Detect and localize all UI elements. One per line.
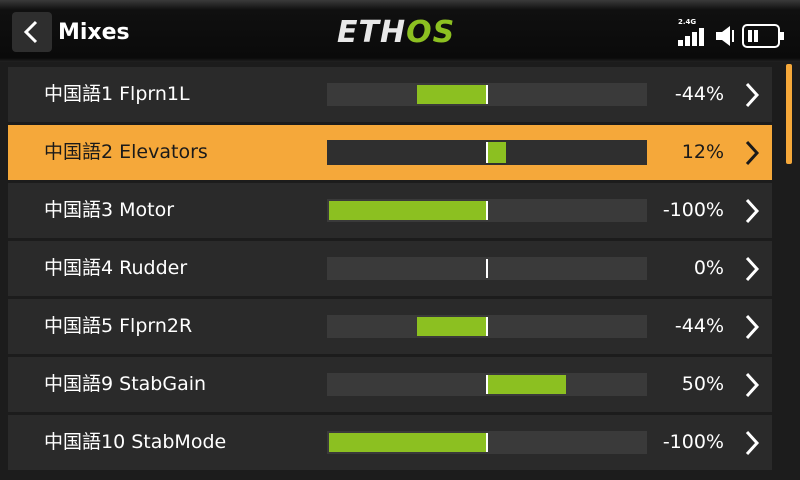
mix-row[interactable]: 中国語1 Flprn1L -44% bbox=[8, 67, 772, 122]
mix-row[interactable]: 中国語5 Flprn2R -44% bbox=[8, 299, 772, 354]
scrollbar[interactable] bbox=[786, 64, 792, 164]
ethos-logo: ETHOS bbox=[337, 17, 455, 49]
signal-label: 2.4G bbox=[678, 18, 697, 26]
mix-center-marker bbox=[486, 317, 488, 336]
mix-value: 50% bbox=[681, 373, 724, 395]
mix-value: -100% bbox=[662, 199, 724, 221]
mix-name: 中国語10 StabMode bbox=[44, 431, 227, 453]
mix-name: 中国語3 Motor bbox=[44, 199, 175, 221]
mix-output-fill bbox=[417, 85, 487, 104]
logo-text-eth: ETH bbox=[337, 15, 407, 50]
mix-output-bar bbox=[327, 83, 647, 106]
mix-output-bar bbox=[327, 199, 647, 222]
chevron-right-icon[interactable] bbox=[742, 140, 762, 170]
mix-output-fill bbox=[487, 142, 506, 163]
chevron-right-icon[interactable] bbox=[742, 82, 762, 112]
mix-output-bar bbox=[327, 315, 647, 338]
chevron-right-icon[interactable] bbox=[742, 256, 762, 286]
mix-name: 中国語5 Flprn2R bbox=[44, 315, 193, 337]
mix-row[interactable]: 中国語4 Rudder 0% bbox=[8, 241, 772, 296]
logo-text-os: OS bbox=[406, 15, 456, 50]
mix-center-marker bbox=[486, 259, 488, 278]
mix-value: 0% bbox=[693, 257, 724, 279]
mix-output-bar bbox=[327, 431, 647, 454]
mix-output-fill bbox=[329, 201, 487, 220]
chevron-left-icon bbox=[23, 20, 38, 44]
mix-name: 中国語9 StabGain bbox=[44, 373, 207, 395]
mix-name: 中国語1 Flprn1L bbox=[44, 83, 190, 105]
mix-value: 12% bbox=[681, 141, 724, 163]
chevron-right-icon[interactable] bbox=[742, 372, 762, 402]
chevron-right-icon[interactable] bbox=[742, 430, 762, 460]
mix-center-marker bbox=[486, 375, 488, 394]
signal-bars-icon bbox=[678, 28, 704, 46]
speaker-icon bbox=[716, 26, 734, 46]
mix-row[interactable]: 中国語2 Elevators 12% bbox=[8, 125, 772, 180]
mix-center-marker bbox=[486, 201, 488, 220]
mix-output-fill bbox=[417, 317, 487, 336]
battery-icon bbox=[742, 24, 784, 48]
chevron-right-icon[interactable] bbox=[742, 314, 762, 344]
mix-value: -44% bbox=[674, 83, 724, 105]
mix-name: 中国語2 Elevators bbox=[44, 141, 208, 163]
chevron-right-icon[interactable] bbox=[742, 198, 762, 228]
mix-row[interactable]: 中国語9 StabGain 50% bbox=[8, 357, 772, 412]
mix-output-bar bbox=[327, 140, 647, 165]
mix-row[interactable]: 中国語3 Motor -100% bbox=[8, 183, 772, 238]
mix-name: 中国語4 Rudder bbox=[44, 257, 188, 279]
mix-output-fill bbox=[329, 433, 487, 452]
mix-center-marker bbox=[486, 433, 488, 452]
mix-output-bar bbox=[327, 257, 647, 280]
mix-value: -100% bbox=[662, 431, 724, 453]
mix-row[interactable]: 中国語10 StabMode -100% bbox=[8, 415, 772, 470]
mix-center-marker bbox=[486, 142, 488, 163]
mix-output-bar bbox=[327, 373, 647, 396]
top-bar: Mixes ETHOS 2.4G bbox=[0, 0, 800, 62]
mix-center-marker bbox=[486, 85, 488, 104]
page-title: Mixes bbox=[58, 20, 130, 45]
mix-output-fill bbox=[487, 375, 566, 394]
mix-value: -44% bbox=[674, 315, 724, 337]
back-button[interactable] bbox=[12, 12, 52, 52]
